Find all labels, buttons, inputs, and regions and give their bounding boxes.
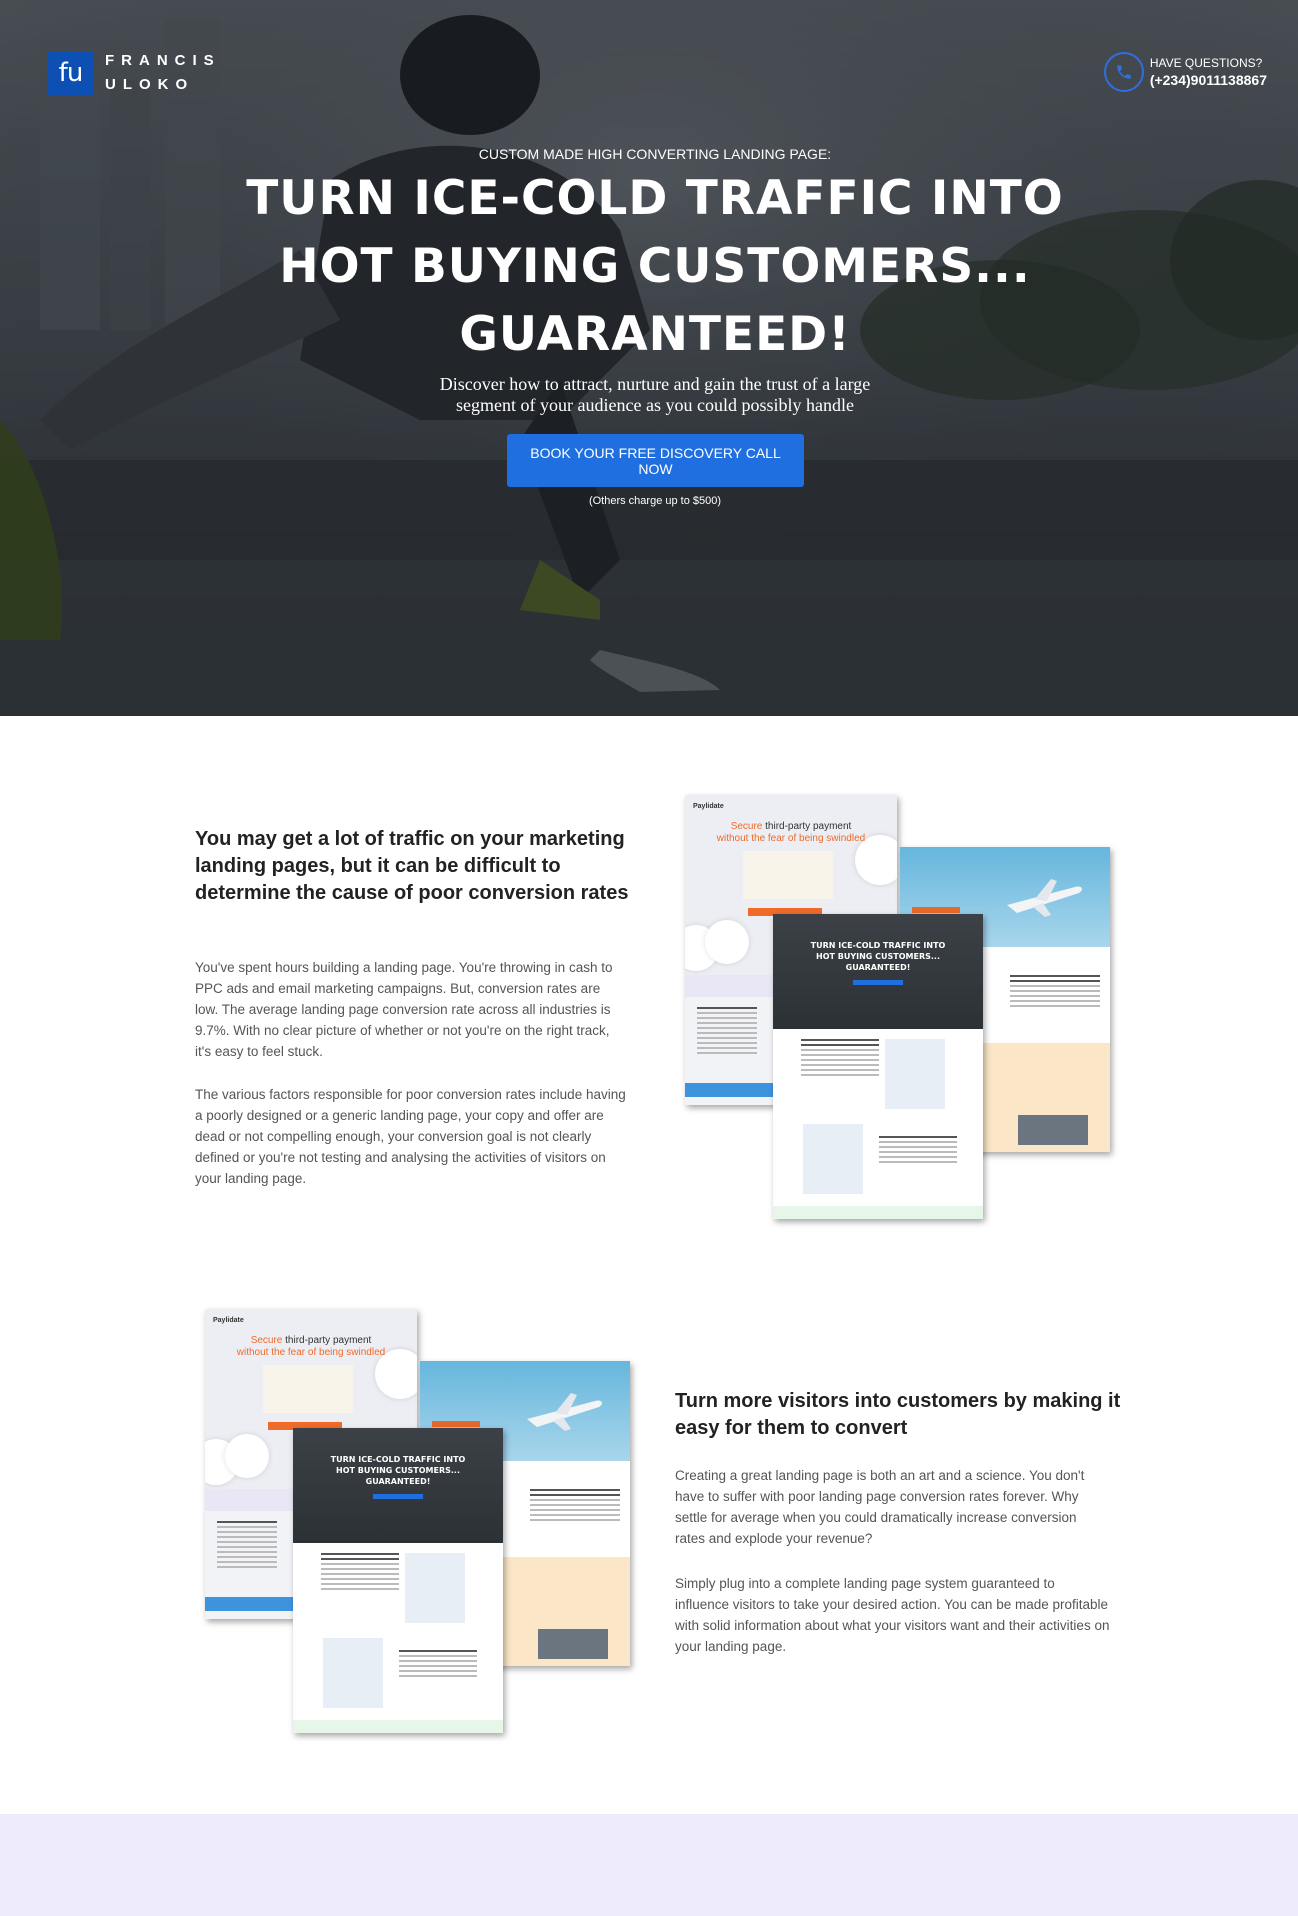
book-discovery-call-button[interactable]: BOOK YOUR FREE DISCOVERY CALL NOW xyxy=(507,434,804,487)
contact-phone-number[interactable]: (+234)9011138867 xyxy=(1150,71,1267,89)
next-section-band xyxy=(0,1814,1298,1916)
brand-logo[interactable]: fu FRANCIS ULOKO xyxy=(48,49,221,97)
section2-paragraph: Creating a great landing page is both an… xyxy=(675,1468,1085,1546)
hero-headline-line: TURN ICE-COLD TRAFFIC INTO xyxy=(246,171,1064,226)
cta-price-note: (Others charge up to $500) xyxy=(588,495,722,507)
phone-icon xyxy=(1103,52,1144,92)
section2-paragraph: Simply plug into a complete landing page… xyxy=(675,1576,1110,1654)
landing-page-mockups-image: Paylidate Secure third-party payment wit… xyxy=(685,795,1115,1225)
logo-name-line2: ULOKO xyxy=(105,76,195,93)
hero-subheadline-line: Discover how to attract, nurture and gai… xyxy=(439,374,871,394)
hero-headline: TURN ICE-COLD TRAFFIC INTO HOT BUYING CU… xyxy=(0,165,1298,369)
airplane-icon xyxy=(1007,879,1082,917)
mockup-inner-headline: TURN ICE-COLD TRAFFIC INTO HOT BUYING CU… xyxy=(330,1455,466,1486)
contact-text: HAVE QUESTIONS? (+234)9011138867 xyxy=(1150,55,1267,89)
mockup-headline: Secure third-party payment without the f… xyxy=(236,1335,386,1358)
logo-mark: fu xyxy=(48,50,93,96)
section2-title: Turn more visitors into customers by mak… xyxy=(675,1390,1121,1439)
section1-paragraph: The various factors responsible for poor… xyxy=(195,1087,626,1186)
hero-subheadline-line: segment of your audience as you could po… xyxy=(456,395,854,415)
hero-headline-line: GUARANTEED! xyxy=(459,307,851,362)
mockup-illustration xyxy=(263,1365,353,1413)
mockup-inner-headline: TURN ICE-COLD TRAFFIC INTO HOT BUYING CU… xyxy=(810,941,946,972)
mockup-headline: Secure third-party payment without the f… xyxy=(716,821,866,844)
contact-block[interactable]: HAVE QUESTIONS? (+234)9011138867 xyxy=(1103,52,1267,92)
section1-paragraph: You've spent hours building a landing pa… xyxy=(195,960,613,1059)
landing-page-mockups-image: Paylidate Secure third-party payment wit… xyxy=(205,1309,635,1739)
mockup-brand: Paylidate xyxy=(213,1317,244,1324)
logo-wordmark: FRANCIS ULOKO xyxy=(105,49,221,97)
logo-name-line1: FRANCIS xyxy=(105,52,221,69)
hero-eyebrow: CUSTOM MADE HIGH CONVERTING LANDING PAGE… xyxy=(478,146,832,162)
contact-label: HAVE QUESTIONS? xyxy=(1149,56,1263,70)
mockup-brand: Paylidate xyxy=(693,803,724,810)
mockup-francis-uloko-page: TURN ICE-COLD TRAFFIC INTO HOT BUYING CU… xyxy=(773,914,983,1219)
hero-subheadline: Discover how to attract, nurture and gai… xyxy=(0,374,1298,416)
section1-title: You may get a lot of traffic on your mar… xyxy=(195,828,629,904)
mockup-illustration xyxy=(743,851,833,899)
hero-headline-line: HOT BUYING CUSTOMERS... xyxy=(279,239,1031,294)
airplane-icon xyxy=(527,1393,602,1431)
hero-section: fu FRANCIS ULOKO HAVE QUESTIONS? (+234)9… xyxy=(0,0,1298,716)
mockup-francis-uloko-page: TURN ICE-COLD TRAFFIC INTO HOT BUYING CU… xyxy=(293,1428,503,1733)
